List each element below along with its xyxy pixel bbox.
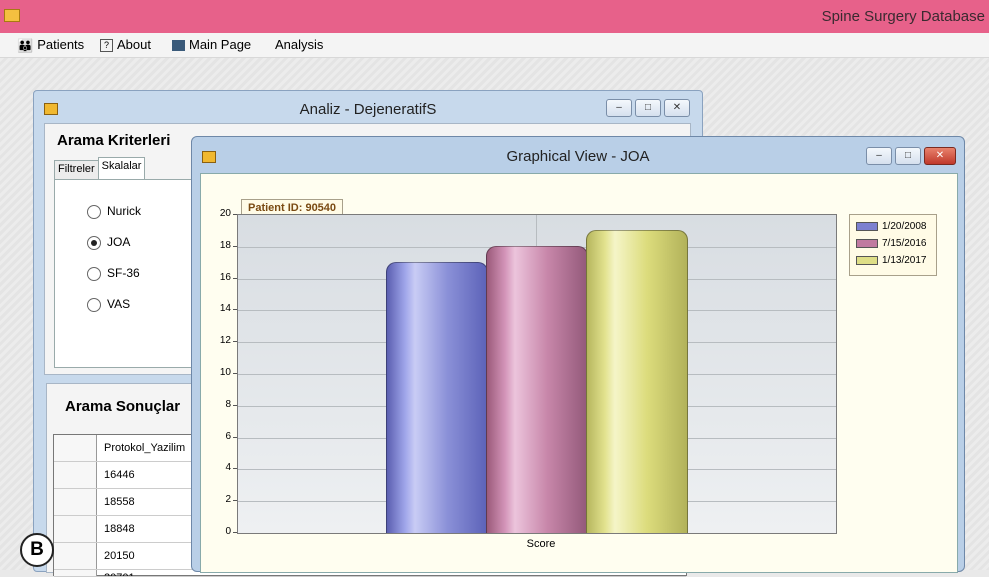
chart-bar xyxy=(386,261,488,533)
legend-swatch xyxy=(856,255,878,265)
x-tick-label: Score xyxy=(526,538,556,550)
radio-sf36[interactable]: SF-36 xyxy=(87,266,140,281)
row-header-cell xyxy=(54,543,97,569)
legend-swatch xyxy=(856,221,878,231)
menu-item-label: Main Page xyxy=(189,37,252,52)
graphical-view-window: Graphical View - JOA – □ ✕ Patient ID: 905… xyxy=(191,136,965,573)
arama-kriterleri-title: Arama Kriterleri xyxy=(57,132,171,149)
maximize-button[interactable]: □ xyxy=(635,99,661,117)
home-window-icon xyxy=(172,40,185,52)
radio-label: VAS xyxy=(107,297,131,311)
chart-legend: 1/20/2008 7/15/2016 1/13/2017 xyxy=(849,214,937,276)
radio-label: JOA xyxy=(107,235,131,249)
analiz-window-controls: – □ ✕ xyxy=(603,99,690,117)
help-icon: ? xyxy=(100,39,113,53)
y-tick-label: 2 xyxy=(225,494,231,506)
y-tick-label: 14 xyxy=(219,303,231,315)
analiz-titlebar[interactable]: Analiz - DejeneratifS – □ ✕ xyxy=(34,91,702,125)
graphical-view-controls: – □ ✕ xyxy=(863,147,956,165)
app-icon xyxy=(4,9,20,22)
y-tick-label: 0 xyxy=(225,526,231,537)
menu-bar: 👪 Patients ? About Main Page Analysis xyxy=(0,33,989,58)
legend-entry: 1/13/2017 xyxy=(856,255,927,266)
table-cell: 18848 xyxy=(104,523,135,535)
table-cell: 16446 xyxy=(104,469,135,481)
table-cell: 20150 xyxy=(104,550,135,562)
legend-entry: 1/20/2008 xyxy=(856,221,927,232)
radio-joa[interactable]: JOA xyxy=(87,235,130,250)
y-tick-label: 10 xyxy=(219,367,231,378)
menu-item-patients[interactable]: 👪 Patients xyxy=(17,37,84,54)
row-header-cell xyxy=(54,516,97,542)
radio-circle-icon xyxy=(87,204,101,219)
table-cell: 18558 xyxy=(104,496,135,508)
y-tick-label: 4 xyxy=(225,462,231,474)
radio-label: SF-36 xyxy=(107,266,140,280)
radio-vas[interactable]: VAS xyxy=(87,297,130,312)
menu-item-label: Patients xyxy=(37,37,85,52)
y-tick-label: 18 xyxy=(219,239,231,251)
y-tick-label: 12 xyxy=(219,335,231,347)
arama-sonuclari-title: Arama Sonuçlar xyxy=(65,398,181,415)
radio-label: Nurick xyxy=(107,204,142,218)
app-title: Spine Surgery Database xyxy=(821,8,985,25)
legend-entry: 7/15/2016 xyxy=(856,238,927,249)
row-header-cell xyxy=(54,435,97,461)
legend-label: 7/15/2016 xyxy=(882,238,927,249)
legend-label: 1/13/2017 xyxy=(882,255,927,266)
criteria-tabs: Filtreler Skalalar xyxy=(54,156,146,182)
analiz-title: Analiz - DejeneratifS xyxy=(299,101,437,118)
graphical-view-titlebar[interactable]: Graphical View - JOA – □ ✕ xyxy=(192,137,964,171)
graphical-view-title: Graphical View - JOA xyxy=(506,148,650,165)
radio-circle-icon xyxy=(87,266,101,281)
figure-label: B xyxy=(20,533,54,567)
y-tick-label: 8 xyxy=(225,398,231,410)
chart-container: Patient ID: 90540 0 2 4 6 8 10 12 14 16 18 20 Scor… xyxy=(200,173,958,573)
legend-label: 1/20/2008 xyxy=(882,221,927,232)
minimize-button[interactable]: – xyxy=(866,147,892,165)
y-tick-label: 16 xyxy=(219,271,231,283)
radio-checked-icon xyxy=(87,235,101,250)
radio-nurick[interactable]: Nurick xyxy=(87,204,141,219)
y-tick-label: 20 xyxy=(219,208,231,219)
legend-swatch xyxy=(856,238,878,248)
close-button[interactable]: ✕ xyxy=(924,147,956,165)
row-header-cell xyxy=(54,462,97,488)
app-titlebar: Spine Surgery Database xyxy=(0,0,989,33)
maximize-button[interactable]: □ xyxy=(895,147,921,165)
chart-bar xyxy=(486,245,588,533)
people-icon: 👪 xyxy=(17,37,34,53)
tab-filtreler[interactable]: Filtreler xyxy=(54,160,99,181)
row-header-cell xyxy=(54,489,97,515)
menu-item-label: Analysis xyxy=(275,37,324,52)
close-button[interactable]: ✕ xyxy=(664,99,690,117)
column-header-protokol[interactable]: Protokol_Yazilim xyxy=(104,442,185,454)
minimize-button[interactable]: – xyxy=(606,99,632,117)
chart-bar xyxy=(586,229,688,533)
menu-item-analysis[interactable]: Analysis xyxy=(275,37,323,52)
menu-item-about[interactable]: ? About xyxy=(100,37,151,53)
menu-item-main-page[interactable]: Main Page xyxy=(172,37,251,52)
table-cell: 20701 xyxy=(104,572,135,576)
row-header-cell xyxy=(54,570,97,576)
plot-area xyxy=(237,214,837,534)
radio-circle-icon xyxy=(87,297,101,312)
menu-item-label: About xyxy=(117,37,151,52)
y-tick-label: 6 xyxy=(225,430,231,442)
